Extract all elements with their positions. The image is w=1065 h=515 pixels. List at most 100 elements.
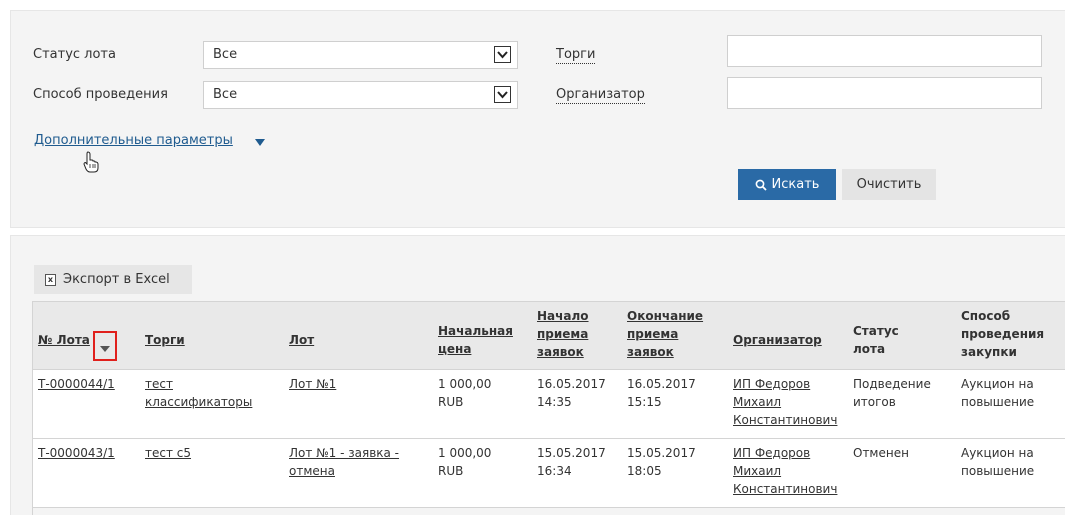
row-start: 15.05.2017 16:34 [537, 444, 606, 480]
row-lot-line2: отмена [289, 464, 335, 478]
row-lot-line1: Лот №1 - заявка - [289, 446, 400, 460]
row-end-date: 15.05.2017 [627, 446, 696, 460]
results-table: № Лота Торги Лот Начальная цена Начало п… [32, 301, 1065, 515]
table-row-partial [33, 508, 1065, 515]
row-price-value: 1 000,00 [438, 377, 492, 391]
row-organizer-line2: Михаил [733, 464, 782, 478]
col-start-price-line1: Начальная [438, 324, 513, 338]
hand-cursor-icon [83, 151, 99, 173]
chevron-down-icon[interactable] [494, 86, 511, 103]
row-lot-no[interactable]: Т-0000043/1 [38, 444, 115, 462]
row-start-time: 14:35 [537, 395, 572, 409]
col-purchase-method-line1: Способ [961, 309, 1011, 323]
row-method-line1: Аукцион на [961, 377, 1034, 391]
method-value: Все [213, 87, 238, 102]
row-price: 1 000,00 RUB [438, 444, 491, 480]
clear-button-label: Очистить [856, 177, 922, 192]
row-method: Аукцион на повышение [961, 375, 1034, 411]
excel-icon: x [45, 273, 56, 286]
col-organizer[interactable]: Организатор [733, 331, 822, 349]
export-button-label: Экспорт в Excel [63, 272, 170, 287]
row-auction[interactable]: тест классификаторы [145, 375, 252, 411]
sort-highlight [93, 331, 117, 361]
row-end: 15.05.2017 18:05 [627, 444, 696, 480]
table-row: Т-0000044/1 тест классификаторы Лот №1 1… [33, 370, 1065, 439]
col-lot-no[interactable]: № Лота [38, 331, 90, 349]
row-organizer-line3: Константинович [733, 482, 838, 496]
method-label: Способ проведения [33, 87, 168, 102]
search-button-label: Искать [771, 177, 820, 192]
row-price-currency: RUB [438, 395, 464, 409]
row-organizer-line1: ИП Федоров [733, 377, 811, 391]
export-excel-button[interactable]: x Экспорт в Excel [34, 265, 192, 294]
row-lot[interactable]: Лот №1 - заявка - отмена [289, 444, 399, 480]
row-method-line2: повышение [961, 464, 1035, 478]
results-panel: x Экспорт в Excel № Лота Торги Лот Начал… [10, 235, 1065, 515]
row-status-line2: итогов [853, 395, 896, 409]
row-start-date: 15.05.2017 [537, 446, 606, 460]
caret-down-icon[interactable] [255, 139, 265, 146]
row-status-line1: Подведение [853, 377, 931, 391]
row-end-time: 15:15 [627, 395, 662, 409]
col-start-price[interactable]: Начальная цена [438, 322, 513, 358]
auction-input[interactable] [727, 35, 1042, 67]
auction-label[interactable]: Торги [556, 47, 596, 64]
row-method-line1: Аукцион на [961, 446, 1034, 460]
table-row: Т-0000043/1 тест с5 Лот №1 - заявка - от… [33, 439, 1065, 508]
sort-desc-icon[interactable] [100, 346, 110, 352]
organizer-input[interactable] [727, 77, 1042, 109]
col-start-accept[interactable]: Начало приема заявок [537, 307, 589, 361]
row-status: Подведение итогов [853, 375, 931, 411]
col-purchase-method: Способ проведения закупки [961, 307, 1044, 361]
row-status: Отменен [853, 446, 909, 460]
more-params-link[interactable]: Дополнительные параметры [34, 133, 233, 148]
search-icon [755, 179, 767, 191]
col-end-accept[interactable]: Окончание приема заявок [627, 307, 703, 361]
col-lot-status: Статус лота [853, 322, 899, 358]
row-lot[interactable]: Лот №1 [289, 375, 336, 393]
table-header: № Лота Торги Лот Начальная цена Начало п… [33, 302, 1065, 370]
lot-status-select[interactable]: Все [203, 41, 518, 69]
col-end-accept-line1: Окончание [627, 309, 704, 323]
col-purchase-method-line3: закупки [961, 345, 1017, 359]
chevron-down-icon[interactable] [494, 46, 511, 63]
col-start-price-line2: цена [438, 342, 472, 356]
organizer-label[interactable]: Организатор [556, 87, 645, 104]
col-lot-status-line2: лота [853, 342, 886, 356]
clear-button[interactable]: Очистить [842, 169, 936, 200]
row-start-time: 16:34 [537, 464, 572, 478]
row-method-line2: повышение [961, 395, 1035, 409]
row-organizer-line1: ИП Федоров [733, 446, 811, 460]
row-price-value: 1 000,00 [438, 446, 492, 460]
row-price: 1 000,00 RUB [438, 375, 491, 411]
row-auction-line2: классификаторы [145, 395, 253, 409]
row-organizer[interactable]: ИП Федоров Михаил Константинович [733, 444, 837, 498]
row-auction[interactable]: тест с5 [145, 444, 191, 462]
col-auction[interactable]: Торги [145, 331, 185, 349]
col-lot[interactable]: Лот [289, 331, 314, 349]
row-auction-line1: тест [145, 377, 173, 391]
method-select[interactable]: Все [203, 81, 518, 109]
col-start-accept-line2: приема [537, 327, 589, 341]
row-end: 16.05.2017 15:15 [627, 375, 696, 411]
col-lot-status-line1: Статус [853, 324, 899, 338]
row-price-currency: RUB [438, 464, 464, 478]
lot-status-value: Все [213, 47, 238, 62]
filter-panel: Статус лота Все Способ проведения Все То… [10, 10, 1065, 228]
row-end-time: 18:05 [627, 464, 662, 478]
search-button[interactable]: Искать [738, 169, 836, 200]
col-start-accept-line1: Начало [537, 309, 589, 323]
col-start-accept-line3: заявок [537, 345, 584, 359]
col-end-accept-line3: заявок [627, 345, 674, 359]
row-start: 16.05.2017 14:35 [537, 375, 606, 411]
col-purchase-method-line2: проведения [961, 327, 1045, 341]
row-start-date: 16.05.2017 [537, 377, 606, 391]
row-end-date: 16.05.2017 [627, 377, 696, 391]
row-organizer-line3: Константинович [733, 413, 838, 427]
row-organizer[interactable]: ИП Федоров Михаил Константинович [733, 375, 837, 429]
row-lot-no[interactable]: Т-0000044/1 [38, 375, 115, 393]
lot-status-label: Статус лота [33, 47, 116, 62]
col-end-accept-line2: приема [627, 327, 679, 341]
row-method: Аукцион на повышение [961, 444, 1034, 480]
row-organizer-line2: Михаил [733, 395, 782, 409]
